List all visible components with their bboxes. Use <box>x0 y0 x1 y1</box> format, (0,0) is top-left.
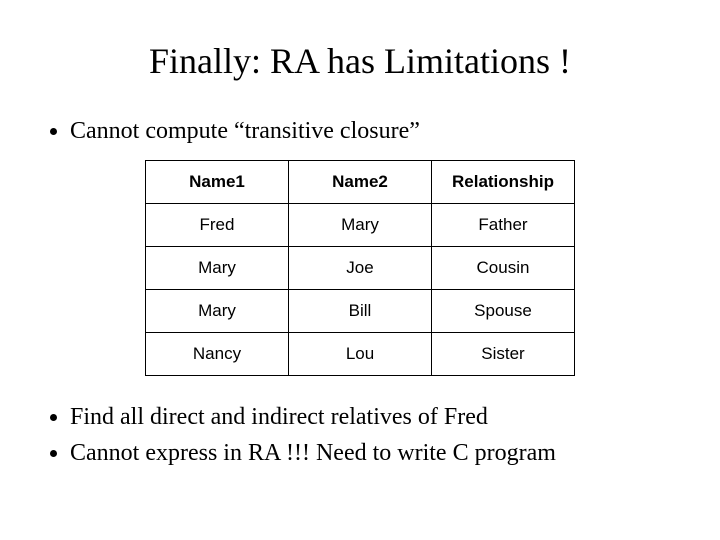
bullet-item: Find all direct and indirect relatives o… <box>70 402 678 432</box>
relationship-table: Name1 Name2 Relationship Fred Mary Fathe… <box>145 160 575 376</box>
col-header: Name2 <box>289 161 432 204</box>
cell: Mary <box>146 290 289 333</box>
table-row: Fred Mary Father <box>146 204 575 247</box>
table-row: Mary Bill Spouse <box>146 290 575 333</box>
cell: Cousin <box>432 247 575 290</box>
bottom-bullets: Find all direct and indirect relatives o… <box>42 402 678 468</box>
bullet-item: Cannot compute “transitive closure” <box>70 116 678 146</box>
table-header-row: Name1 Name2 Relationship <box>146 161 575 204</box>
cell: Bill <box>289 290 432 333</box>
cell: Spouse <box>432 290 575 333</box>
bullet-item: Cannot express in RA !!! Need to write C… <box>70 438 678 468</box>
cell: Mary <box>289 204 432 247</box>
col-header: Name1 <box>146 161 289 204</box>
cell: Lou <box>289 333 432 376</box>
cell: Joe <box>289 247 432 290</box>
cell: Mary <box>146 247 289 290</box>
table-row: Nancy Lou Sister <box>146 333 575 376</box>
slide: Finally: RA has Limitations ! Cannot com… <box>0 0 720 540</box>
cell: Fred <box>146 204 289 247</box>
col-header: Relationship <box>432 161 575 204</box>
cell: Nancy <box>146 333 289 376</box>
top-bullets: Cannot compute “transitive closure” <box>42 116 678 146</box>
table-row: Mary Joe Cousin <box>146 247 575 290</box>
cell: Sister <box>432 333 575 376</box>
page-title: Finally: RA has Limitations ! <box>42 40 678 82</box>
cell: Father <box>432 204 575 247</box>
